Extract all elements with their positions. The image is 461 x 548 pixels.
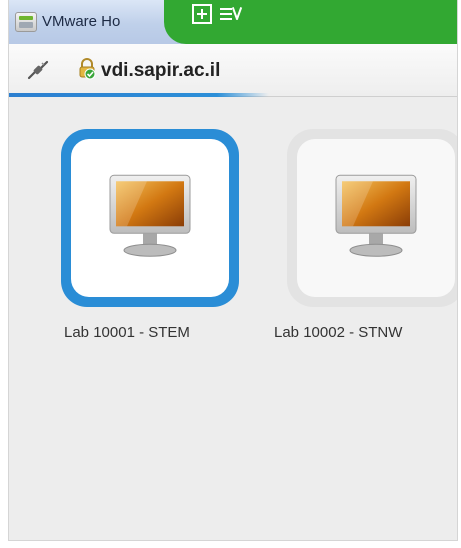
server-address: vdi.sapir.ac.il: [101, 60, 221, 81]
title-bar: VMware Ho: [9, 0, 457, 44]
vmware-horizon-icon: [15, 12, 37, 32]
desktop-tile-lab-10002[interactable]: [287, 129, 457, 307]
desktop-tile-lab-10001[interactable]: [61, 129, 239, 307]
server-bar: vdi.sapir.ac.il: [9, 44, 457, 97]
monitor-icon: [335, 174, 417, 257]
taskbar-overlay: [164, 0, 457, 44]
add-icon: [192, 4, 212, 24]
window-title: VMware Ho: [42, 13, 121, 30]
desktop-list: Lab 10001 - STEM Lab 10002 - STNW: [9, 97, 457, 540]
horizon-client-window: VMware Ho vdi.sapir.ac.il Lab 10001 - ST…: [8, 0, 458, 541]
list-icon: [220, 6, 243, 22]
desktop-label-lab-10001[interactable]: Lab 10001 - STEM: [64, 324, 190, 341]
monitor-icon: [109, 174, 191, 257]
desktop-label-lab-10002[interactable]: Lab 10002 - STNW: [274, 324, 402, 341]
plug-icon[interactable]: [27, 60, 49, 80]
secure-connection-icon: [79, 58, 96, 80]
